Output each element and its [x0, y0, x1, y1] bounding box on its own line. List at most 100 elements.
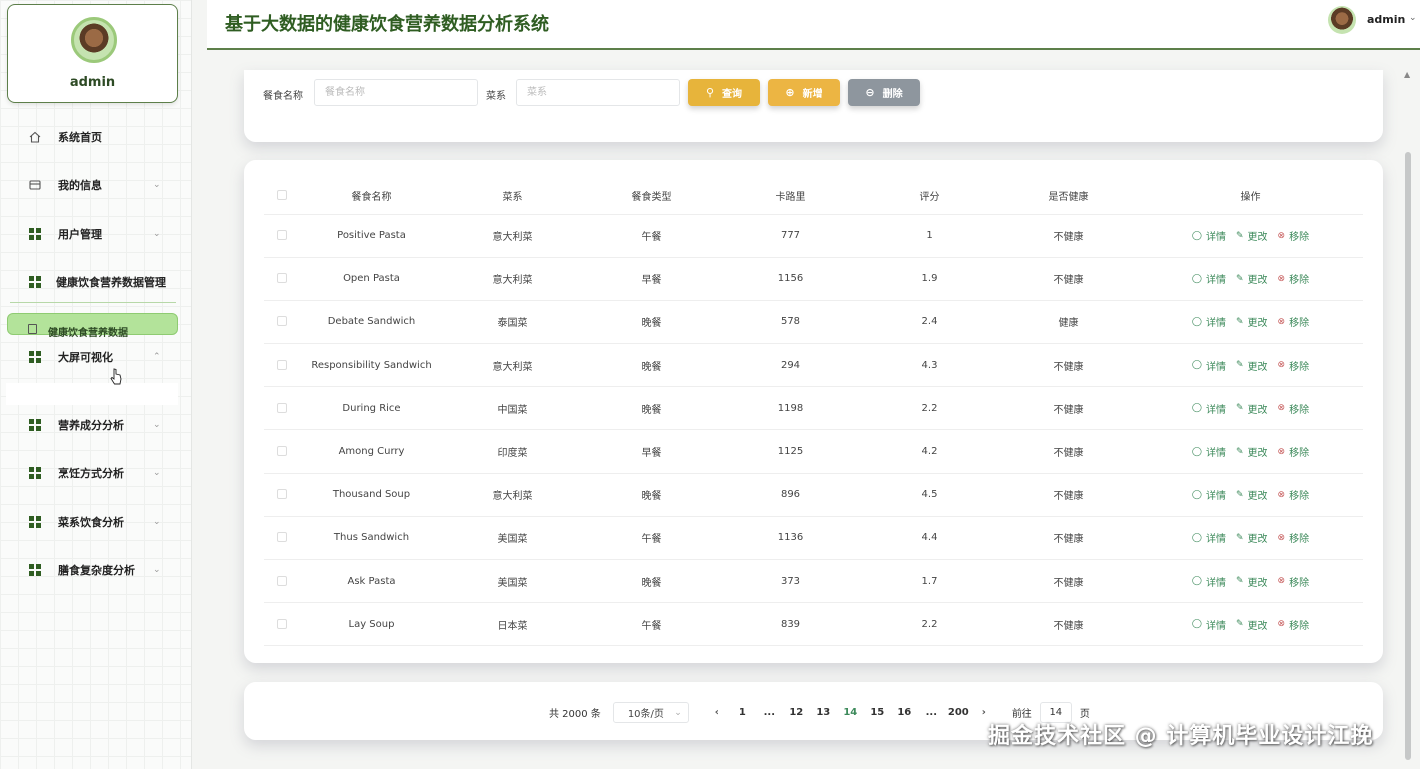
- prev-page-icon[interactable]: ‹: [705, 707, 729, 718]
- page-ellipsis[interactable]: ...: [918, 707, 945, 718]
- avatar[interactable]: [71, 17, 117, 63]
- row-checkbox[interactable]: [277, 575, 287, 586]
- page-number[interactable]: 13: [810, 707, 837, 718]
- sidebar-item-complexity-analysis[interactable]: 膳食复杂度分析 ⌄: [0, 555, 192, 585]
- row-checkbox[interactable]: [277, 359, 287, 370]
- remove-button[interactable]: ⊗ 移除: [1278, 314, 1310, 330]
- remove-button[interactable]: ⊗ 移除: [1278, 271, 1310, 287]
- cell-ops: ◯ 详情 ✎ 更改 ⊗ 移除: [1138, 429, 1363, 474]
- delete-button[interactable]: ⊖ 删除: [848, 79, 920, 106]
- user-menu[interactable]: admin: [1367, 13, 1405, 26]
- remove-button[interactable]: ⊗ 移除: [1278, 228, 1310, 244]
- cell-healthy: 不健康: [999, 429, 1138, 474]
- edit-button[interactable]: ✎ 更改: [1236, 314, 1268, 330]
- grid-icon: [29, 419, 41, 431]
- page-number[interactable]: 16: [891, 707, 918, 718]
- sidebar-item-my-info[interactable]: 我的信息 ⌄: [0, 170, 192, 200]
- detail-button[interactable]: ◯ 详情: [1192, 574, 1226, 589]
- row-checkbox[interactable]: [277, 273, 287, 284]
- table-row[interactable]: Among Curry 印度菜 早餐 1125 4.2 不健康 ◯ 详情 ✎ 更改 ⊗ 移除: [264, 429, 1363, 474]
- add-button[interactable]: ⊕ 新增: [768, 79, 840, 106]
- page-number[interactable]: 15: [864, 707, 891, 718]
- page-number[interactable]: 200: [945, 707, 972, 718]
- sidebar-item-label: 菜系饮食分析: [58, 516, 124, 529]
- sidebar-item-cuisine-analysis[interactable]: 菜系饮食分析 ⌄: [0, 507, 192, 537]
- remove-button[interactable]: ⊗ 移除: [1278, 401, 1310, 416]
- sidebar-item-diet-data-management[interactable]: 健康饮食营养数据管理: [0, 267, 192, 297]
- edit-button[interactable]: ✎ 更改: [1236, 228, 1268, 244]
- scroll-up-icon[interactable]: ▲: [1404, 70, 1410, 79]
- row-checkbox[interactable]: [277, 618, 287, 629]
- row-checkbox[interactable]: [277, 402, 287, 413]
- edit-button[interactable]: ✎ 更改: [1236, 617, 1268, 632]
- sidebar-item-home[interactable]: 系统首页: [0, 122, 192, 152]
- edit-button[interactable]: ✎ 更改: [1236, 401, 1268, 416]
- row-checkbox[interactable]: [277, 230, 287, 241]
- table-row[interactable]: Ask Pasta 美国菜 晚餐 373 1.7 不健康 ◯ 详情 ✎ 更改 ⊗ 移除: [264, 559, 1363, 604]
- column-header[interactable]: 餐食名称: [300, 178, 443, 215]
- page-number[interactable]: 1: [729, 707, 756, 718]
- remove-button[interactable]: ⊗ 移除: [1278, 358, 1310, 373]
- page-size-select[interactable]: 10条/页 ⌄: [612, 702, 689, 723]
- row-checkbox[interactable]: [277, 446, 287, 457]
- page-number[interactable]: 14: [837, 707, 864, 718]
- remove-button[interactable]: ⊗ 移除: [1278, 444, 1310, 460]
- remove-button[interactable]: ⊗ 移除: [1278, 617, 1310, 632]
- table-row[interactable]: Positive Pasta 意大利菜 午餐 777 1 不健康 ◯ 详情 ✎ 更改 ⊗ 移除: [264, 214, 1363, 258]
- scroll-thumb[interactable]: [1405, 152, 1411, 760]
- table-row[interactable]: Lay Soup 日本菜 午餐 839 2.2 不健康 ◯ 详情 ✎ 更改 ⊗ 移除: [264, 602, 1363, 647]
- grid-icon: [29, 276, 41, 288]
- detail-button[interactable]: ◯ 详情: [1192, 314, 1226, 330]
- remove-button[interactable]: ⊗ 移除: [1278, 487, 1310, 503]
- page-ellipsis[interactable]: ...: [756, 707, 783, 718]
- table-row[interactable]: Debate Sandwich 泰国菜 晚餐 578 2.4 健康 ◯ 详情 ✎ 更改 ⊗ 移除: [264, 300, 1363, 345]
- column-header[interactable]: 卡路里: [721, 178, 860, 215]
- page-scrollbar[interactable]: ▲: [1403, 70, 1413, 760]
- watermark: 掘金技术社区 @ 计算机毕业设计江挽: [988, 724, 1374, 749]
- next-page-icon[interactable]: ›: [972, 707, 996, 718]
- sidebar-item-nutrition-analysis[interactable]: 营养成分分析 ⌄: [0, 410, 192, 440]
- edit-button[interactable]: ✎ 更改: [1236, 358, 1268, 373]
- sidebar-item-cooking-analysis[interactable]: 烹饪方式分析 ⌄: [0, 458, 192, 488]
- query-button[interactable]: ⚲ 查询: [688, 79, 760, 106]
- edit-button[interactable]: ✎ 更改: [1236, 487, 1268, 503]
- meal-name-input[interactable]: [314, 79, 478, 106]
- page-number[interactable]: 12: [783, 707, 810, 718]
- chevron-down-icon[interactable]: ⌄: [1409, 13, 1417, 23]
- remove-button[interactable]: ⊗ 移除: [1278, 530, 1310, 546]
- select-all-checkbox[interactable]: [277, 190, 287, 201]
- cell-ops: ◯ 详情 ✎ 更改 ⊗ 移除: [1138, 473, 1363, 517]
- cell-rating: 2.2: [860, 386, 999, 431]
- table-row[interactable]: Thousand Soup 意大利菜 晚餐 896 4.5 不健康 ◯ 详情 ✎ 更改 ⊗ 移除: [264, 473, 1363, 517]
- cuisine-input[interactable]: [516, 79, 680, 106]
- row-checkbox[interactable]: [277, 532, 287, 543]
- column-header[interactable]: 菜系: [443, 178, 582, 215]
- remove-label: 移除: [1289, 620, 1310, 632]
- detail-button[interactable]: ◯ 详情: [1192, 617, 1226, 632]
- sidebar-subitem-diet-data[interactable]: 健康饮食营养数据: [7, 313, 178, 339]
- table-row[interactable]: Thus Sandwich 美国菜 午餐 1136 4.4 不健康 ◯ 详情 ✎ 更改 ⊗ 移除: [264, 516, 1363, 561]
- table-row[interactable]: Open Pasta 意大利菜 早餐 1156 1.9 不健康 ◯ 详情 ✎ 更改 ⊗ 移除: [264, 257, 1363, 301]
- edit-button[interactable]: ✎ 更改: [1236, 444, 1268, 460]
- table-row[interactable]: Responsibility Sandwich 意大利菜 晚餐 294 4.3 不健康 ◯…: [264, 343, 1363, 388]
- column-header[interactable]: 餐食类型: [582, 178, 721, 215]
- edit-button[interactable]: ✎ 更改: [1236, 271, 1268, 287]
- edit-button[interactable]: ✎ 更改: [1236, 574, 1268, 589]
- edit-button[interactable]: ✎ 更改: [1236, 530, 1268, 546]
- remove-button[interactable]: ⊗ 移除: [1278, 574, 1310, 589]
- detail-button[interactable]: ◯ 详情: [1192, 271, 1226, 287]
- detail-button[interactable]: ◯ 详情: [1192, 530, 1226, 546]
- detail-button[interactable]: ◯ 详情: [1192, 444, 1226, 460]
- sidebar-item-big-screen[interactable]: 大屏可视化 ⌃: [0, 342, 192, 372]
- row-checkbox[interactable]: [277, 489, 287, 500]
- detail-button[interactable]: ◯ 详情: [1192, 487, 1226, 503]
- avatar[interactable]: [1328, 6, 1356, 34]
- row-checkbox[interactable]: [277, 316, 287, 327]
- detail-button[interactable]: ◯ 详情: [1192, 228, 1226, 244]
- column-header[interactable]: 评分: [860, 178, 999, 215]
- sidebar-item-user-management[interactable]: 用户管理 ⌄: [0, 219, 192, 249]
- detail-button[interactable]: ◯ 详情: [1192, 358, 1226, 373]
- column-header[interactable]: 是否健康: [999, 178, 1138, 215]
- table-row[interactable]: During Rice 中国菜 晚餐 1198 2.2 不健康 ◯ 详情 ✎ 更改 ⊗ 移除: [264, 386, 1363, 431]
- detail-button[interactable]: ◯ 详情: [1192, 401, 1226, 416]
